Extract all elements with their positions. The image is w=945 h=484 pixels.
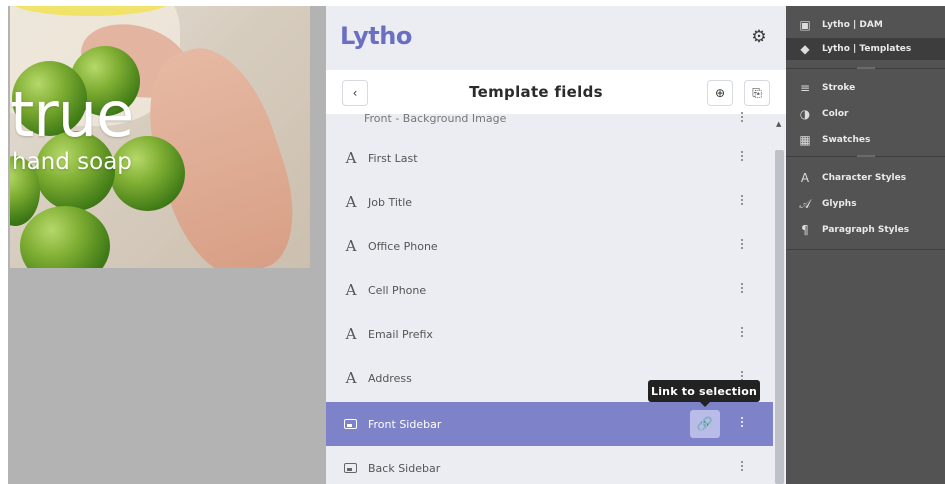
- field-label: Front - Background Image: [364, 111, 507, 125]
- add-field-button[interactable]: ⊕: [707, 80, 733, 106]
- panel-divider: [786, 67, 945, 69]
- field-label: Office Phone: [368, 239, 438, 253]
- field-row[interactable]: A Office Phone: [326, 224, 773, 268]
- link-icon: 🔗: [696, 416, 714, 432]
- panel-item-label: Swatches: [822, 135, 871, 145]
- artwork-image[interactable]: true hand soap: [10, 6, 310, 268]
- text-icon: A: [345, 281, 357, 299]
- lytho-logo: Lytho: [340, 22, 412, 50]
- glyphs-icon: 𝒜: [799, 196, 811, 211]
- field-row[interactable]: A Job Title: [326, 180, 773, 224]
- text-icon: A: [345, 237, 357, 255]
- image-icon: [344, 463, 357, 473]
- more-options-icon[interactable]: [740, 461, 743, 473]
- text-icon: A: [345, 193, 357, 211]
- field-label: Job Title: [368, 195, 413, 209]
- panel-item-character-styles[interactable]: A Character Styles: [786, 167, 945, 189]
- panel-item-paragraph-styles[interactable]: ¶ Paragraph Styles: [786, 219, 945, 241]
- more-options-icon[interactable]: [740, 327, 743, 339]
- export-icon: ⎘: [752, 85, 762, 100]
- panel-item-label: Paragraph Styles: [822, 225, 910, 235]
- text-icon: A: [345, 369, 357, 387]
- tooltip: Link to selection: [648, 380, 760, 407]
- field-row[interactable]: A Cell Phone: [326, 268, 773, 312]
- panel-item-stroke[interactable]: ≡ Stroke: [786, 77, 945, 99]
- export-button[interactable]: ⎘: [744, 80, 770, 106]
- more-options-icon[interactable]: [740, 239, 743, 251]
- field-label: First Last: [368, 151, 418, 165]
- panel-item-label: Lytho | Templates: [822, 44, 912, 54]
- scrollbar-thumb[interactable]: [775, 150, 784, 484]
- panel-item-label: Stroke: [822, 83, 856, 93]
- panel-item-label: Color: [822, 109, 849, 119]
- field-label: Address: [368, 371, 412, 385]
- plus-circle-icon: ⊕: [714, 86, 726, 100]
- panel-item-label: Character Styles: [822, 173, 907, 183]
- panel-item-label: Lytho | DAM: [822, 20, 883, 30]
- more-options-icon[interactable]: [740, 417, 743, 429]
- scroll-up-arrow-icon[interactable]: ▲: [776, 120, 781, 128]
- more-options-icon[interactable]: [740, 283, 743, 295]
- more-options-icon[interactable]: [740, 151, 743, 163]
- templates-icon: ◆: [800, 42, 810, 56]
- gear-icon[interactable]: ⚙: [750, 28, 768, 46]
- field-label: Cell Phone: [368, 283, 427, 297]
- panels-dock: ▣ Lytho | DAM ◆ Lytho | Templates ≡ Stro…: [786, 6, 945, 484]
- field-label: Email Prefix: [368, 327, 433, 341]
- lytho-plugin-panel: Lytho ⚙ ‹ Template fields ⊕ ⎘ Front - Ba…: [326, 6, 786, 484]
- character-styles-icon: A: [800, 171, 810, 185]
- text-icon: A: [345, 149, 357, 167]
- field-row[interactable]: Front - Background Image: [326, 108, 773, 128]
- paragraph-styles-icon: ¶: [801, 223, 809, 237]
- plugin-header: Lytho ⚙: [326, 6, 786, 70]
- fields-scrollbar[interactable]: ▲: [773, 114, 786, 484]
- image-icon: [344, 419, 357, 429]
- page-title: Template fields: [469, 83, 603, 101]
- color-icon: ◑: [799, 107, 811, 121]
- panel-item-color[interactable]: ◑ Color: [786, 103, 945, 125]
- artwork-headline: true: [10, 78, 134, 151]
- panel-item-lytho-templates[interactable]: ◆ Lytho | Templates: [786, 38, 945, 60]
- panel-divider: [786, 249, 945, 250]
- panel-item-label: Glyphs: [822, 199, 857, 209]
- swatches-icon: ▦: [799, 133, 811, 147]
- field-row[interactable]: Back Sidebar: [326, 446, 773, 484]
- field-label: Front Sidebar: [368, 417, 442, 431]
- field-row-selected[interactable]: Front Sidebar 🔗: [326, 402, 773, 446]
- artwork-lime: [20, 206, 110, 268]
- more-options-icon[interactable]: [740, 195, 743, 207]
- template-fields-list: Front - Background Image A First Last A …: [326, 112, 773, 484]
- link-to-selection-button[interactable]: 🔗: [690, 410, 720, 438]
- field-label: Back Sidebar: [368, 461, 441, 475]
- panel-item-swatches[interactable]: ▦ Swatches: [786, 129, 945, 151]
- panel-item-lytho-dam[interactable]: ▣ Lytho | DAM: [786, 14, 945, 36]
- panel-item-glyphs[interactable]: 𝒜 Glyphs: [786, 193, 945, 215]
- document-canvas[interactable]: true hand soap: [8, 6, 326, 484]
- more-options-icon[interactable]: [740, 112, 743, 124]
- stroke-icon: ≡: [799, 81, 811, 95]
- field-row[interactable]: A First Last: [326, 136, 773, 180]
- panel-divider: [786, 155, 945, 157]
- dam-icon: ▣: [799, 18, 811, 32]
- artwork-subline: hand soap: [12, 149, 132, 175]
- field-row[interactable]: A Email Prefix: [326, 312, 773, 356]
- text-icon: A: [345, 325, 357, 343]
